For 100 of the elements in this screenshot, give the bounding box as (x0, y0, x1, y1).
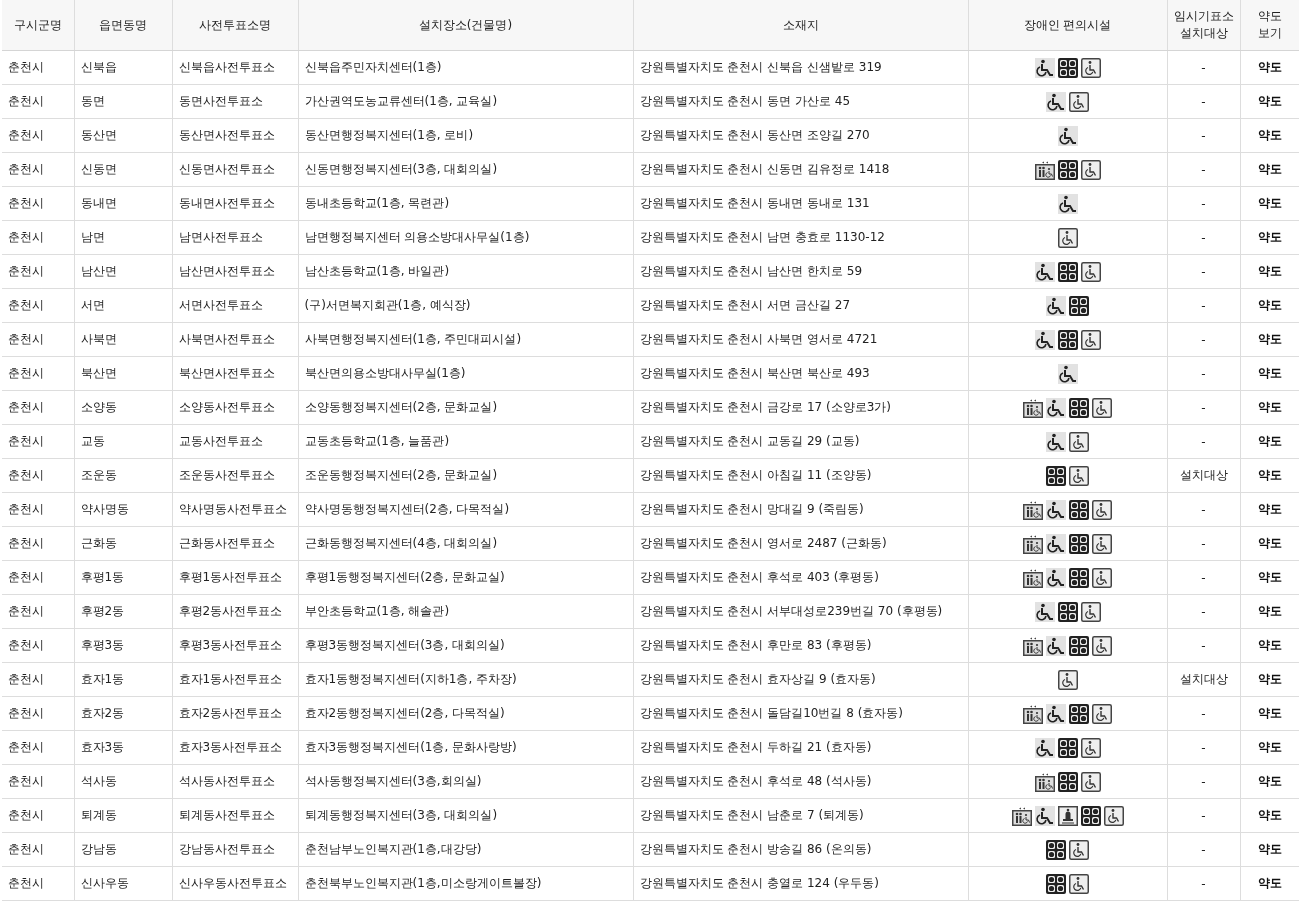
braille-icon (1069, 397, 1089, 418)
wheelchair-icon (1092, 567, 1112, 588)
braille-icon (1069, 295, 1089, 316)
braille-icon (1069, 533, 1089, 554)
address: 강원특별자치도 춘천시 남면 충효로 1130-12 (639, 229, 885, 246)
map-link[interactable]: 약도 (1257, 434, 1282, 448)
wheelchair-icon (1092, 397, 1112, 418)
address: 강원특별자치도 춘천시 신북읍 신샘밭로 319 (639, 59, 882, 76)
district-name: 조운동 (80, 467, 117, 484)
city-name: 춘천시 (8, 365, 44, 382)
building-place: 효자1동행정복지센터(지하1층, 주차장) (304, 671, 517, 688)
column-header: 사전투표소명 (199, 16, 271, 34)
map-link[interactable]: 약도 (1257, 94, 1282, 108)
booth-status: - (1201, 400, 1206, 415)
address: 강원특별자치도 춘천시 북산면 북산로 493 (639, 365, 870, 382)
polling-station-name: 퇴계동사전투표소 (178, 807, 275, 824)
map-link[interactable]: 약도 (1257, 604, 1282, 618)
district-name: 약사명동 (80, 501, 129, 518)
district-name: 서면 (80, 297, 105, 314)
wheelchair-icon (1069, 431, 1089, 452)
map-link[interactable]: 약도 (1257, 230, 1282, 244)
braille-icon (1057, 57, 1078, 78)
map-link[interactable]: 약도 (1257, 128, 1282, 142)
map-link[interactable]: 약도 (1257, 332, 1282, 346)
city-name: 춘천시 (8, 297, 44, 314)
map-link[interactable]: 약도 (1257, 774, 1282, 788)
wheelchair-ramp-icon (1046, 295, 1066, 316)
booth-status: - (1201, 230, 1206, 245)
braille-icon (1057, 261, 1078, 282)
booth-status: - (1201, 604, 1206, 619)
wheelchair-ramp-icon (1046, 533, 1066, 554)
address: 강원특별자치도 춘천시 남산면 한치로 59 (639, 263, 863, 280)
restroom-icon (1023, 703, 1043, 724)
map-link[interactable]: 약도 (1257, 298, 1282, 312)
wheelchair-ramp-icon (1034, 737, 1055, 758)
map-link[interactable]: 약도 (1257, 740, 1282, 754)
polling-station-name: 약사명동사전투표소 (178, 501, 287, 518)
polling-station-name: 동산면사전투표소 (178, 127, 275, 144)
district-name: 신사우동 (80, 875, 129, 892)
address: 강원특별자치도 춘천시 금강로 17 (소양로3가) (639, 399, 892, 416)
address: 강원특별자치도 춘천시 교동길 29 (교동) (639, 433, 860, 450)
city-name: 춘천시 (8, 569, 44, 586)
booth-status: - (1201, 740, 1206, 755)
booth-status: - (1201, 638, 1206, 653)
wheelchair-ramp-icon (1046, 431, 1066, 452)
map-link[interactable]: 약도 (1257, 264, 1282, 278)
map-link[interactable]: 약도 (1257, 468, 1282, 482)
wheelchair-icon (1080, 601, 1101, 622)
building-place: 조운동행정복지센터(2층, 문화교실) (304, 467, 498, 484)
booth-status: - (1201, 774, 1206, 789)
wheelchair-icon (1080, 159, 1101, 180)
map-link[interactable]: 약도 (1257, 638, 1282, 652)
polling-station-name: 효자2동사전투표소 (178, 705, 283, 722)
braille-icon (1046, 465, 1066, 486)
map-link[interactable]: 약도 (1257, 162, 1282, 176)
column-header: 소재지 (782, 16, 819, 34)
map-link[interactable]: 약도 (1257, 196, 1282, 210)
map-link[interactable]: 약도 (1257, 842, 1282, 856)
map-link[interactable]: 약도 (1257, 672, 1282, 686)
polling-station-name: 신동면사전투표소 (178, 161, 275, 178)
booth-status: 설치대상 (1179, 467, 1228, 484)
address: 강원특별자치도 춘천시 망대길 9 (죽림동) (639, 501, 864, 518)
address: 강원특별자치도 춘천시 신동면 김유정로 1418 (639, 161, 890, 178)
district-name: 신동면 (80, 161, 117, 178)
district-name: 효자1동 (80, 671, 125, 688)
polling-station-name: 후평2동사전투표소 (178, 603, 283, 620)
column-header: 구시군명 (13, 16, 62, 34)
wheelchair-ramp-icon (1046, 703, 1066, 724)
map-link[interactable]: 약도 (1257, 366, 1282, 380)
city-name: 춘천시 (8, 399, 44, 416)
district-name: 교동 (80, 433, 105, 450)
district-name: 효자3동 (80, 739, 125, 756)
booth-status: - (1201, 706, 1206, 721)
map-link[interactable]: 약도 (1257, 400, 1282, 414)
map-link[interactable]: 약도 (1257, 808, 1282, 822)
map-link[interactable]: 약도 (1257, 706, 1282, 720)
wheelchair-ramp-icon (1046, 567, 1066, 588)
map-link[interactable]: 약도 (1257, 876, 1282, 890)
map-link[interactable]: 약도 (1257, 570, 1282, 584)
wheelchair-ramp-icon (1034, 805, 1055, 826)
map-link[interactable]: 약도 (1257, 536, 1282, 550)
city-name: 춘천시 (8, 59, 44, 76)
wheelchair-icon (1057, 669, 1078, 690)
building-place: 사북면행정복지센터(1층, 주민대피시설) (304, 331, 522, 348)
braille-icon (1069, 703, 1089, 724)
braille-icon (1046, 839, 1066, 860)
address: 강원특별자치도 춘천시 남춘로 7 (퇴계동) (639, 807, 864, 824)
booth-status: - (1201, 264, 1206, 279)
map-link[interactable]: 약도 (1257, 502, 1282, 516)
map-link[interactable]: 약도 (1257, 60, 1282, 74)
booth-status: - (1201, 298, 1206, 313)
booth-status: - (1201, 94, 1206, 109)
building-place: 북산면의용소방대사무실(1층) (304, 365, 466, 382)
booth-status: - (1201, 332, 1206, 347)
wheelchair-ramp-icon (1034, 261, 1055, 282)
wheelchair-icon (1069, 873, 1089, 894)
city-name: 춘천시 (8, 161, 44, 178)
polling-station-name: 동내면사전투표소 (178, 195, 275, 212)
column-header: 설치장소(건물명) (418, 16, 513, 34)
braille-icon (1057, 737, 1078, 758)
